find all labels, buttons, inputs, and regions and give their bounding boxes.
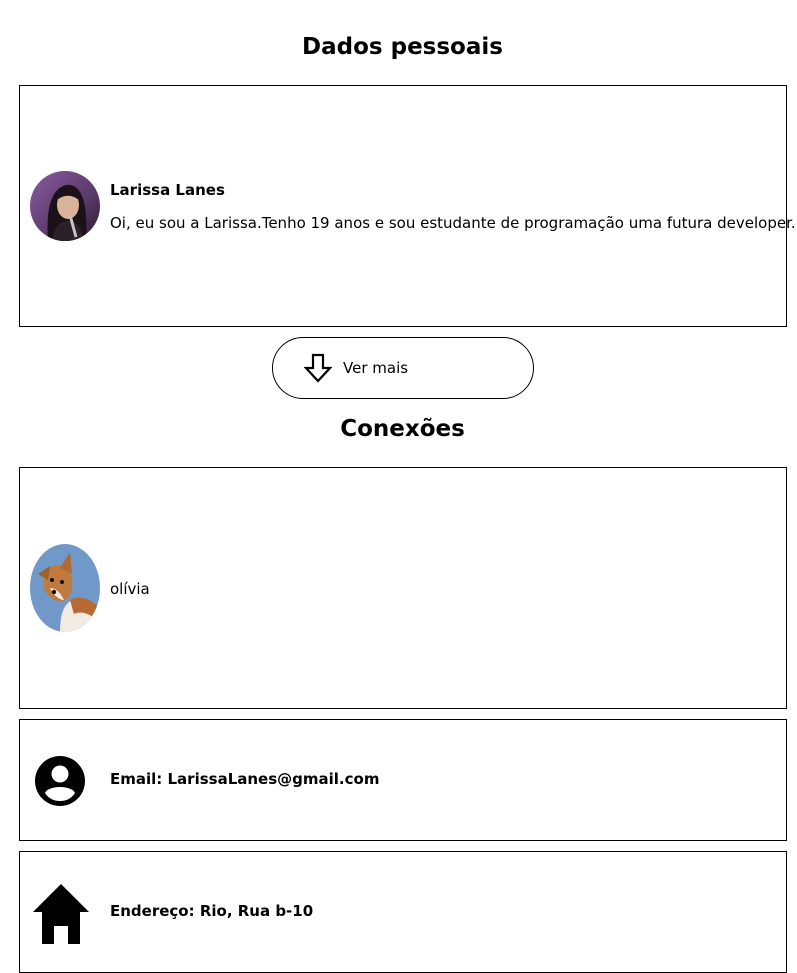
connections-heading: Conexões	[340, 416, 465, 442]
personal-data-heading: Dados pessoais	[302, 34, 503, 60]
profile-bio: Oi, eu sou a Larissa.Tenho 19 anos e sou…	[110, 214, 796, 232]
account-circle-icon	[32, 753, 88, 813]
profile-card: Larissa Lanes Oi, eu sou a Larissa.Tenho…	[19, 85, 796, 327]
arrow-down-icon	[303, 353, 333, 387]
profile-avatar	[30, 171, 100, 241]
email-text: Email: LarissaLanes@gmail.com	[110, 770, 380, 788]
home-icon	[32, 882, 90, 948]
address-card: Endereço: Rio, Rua b-10	[19, 851, 787, 973]
connection-avatar	[30, 544, 100, 632]
connection-card: olívia	[19, 467, 787, 709]
see-more-label: Ver mais	[343, 359, 409, 377]
address-text: Endereço: Rio, Rua b-10	[110, 902, 314, 920]
connection-name[interactable]: olívia	[110, 580, 150, 598]
email-card: Email: LarissaLanes@gmail.com	[19, 719, 787, 841]
profile-name: Larissa Lanes	[110, 181, 225, 199]
see-more-button[interactable]: Ver mais	[272, 337, 534, 399]
